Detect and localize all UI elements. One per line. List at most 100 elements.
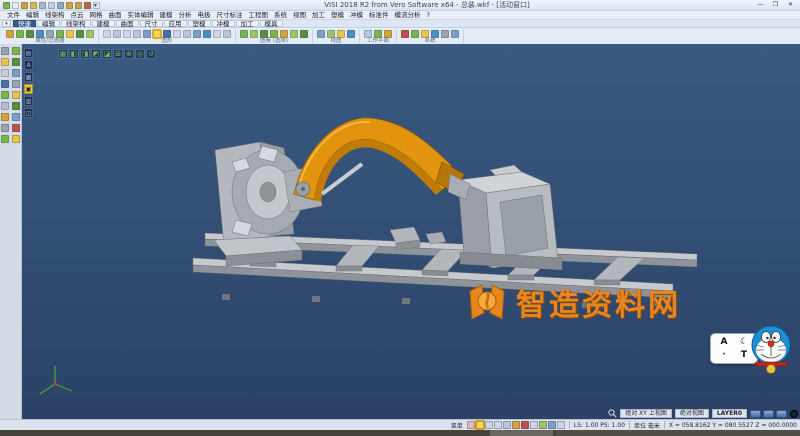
lt-measure-icon[interactable] [1,124,9,132]
filter-surface-icon[interactable] [56,30,64,38]
color-swatch-1[interactable] [750,410,761,418]
view-right-icon[interactable]: ◨ [80,49,90,59]
filter-custom-icon[interactable] [86,30,94,38]
tab-apply[interactable]: 应用 [164,20,187,27]
vp-shade-icon[interactable]: ▣ [24,84,33,94]
attr-linetype-icon[interactable] [16,30,24,38]
redo-icon[interactable] [75,2,82,9]
vp-annotation-icon[interactable]: A [24,60,33,70]
filter-line-icon[interactable] [46,30,54,38]
multi-view-icon[interactable] [213,30,221,38]
ime-tool-button[interactable]: T [741,350,747,360]
toolbar-more-icon[interactable]: ▾ [93,2,100,9]
lt-offset-icon[interactable] [1,91,9,99]
menu-item-塑模[interactable]: 塑模 [328,11,347,20]
pan-icon[interactable] [143,30,151,38]
select-box-icon[interactable] [250,30,258,38]
lt-curve-icon[interactable] [1,69,9,77]
attr-color-icon[interactable] [6,30,14,38]
minimize-button[interactable]: — [754,1,767,9]
toolbar-options-button[interactable]: ▾ [2,20,11,27]
menu-item-建模[interactable]: 建模 [157,11,176,20]
vp-frame-icon[interactable]: ◫ [24,108,33,118]
viewport-3d[interactable]: ▦◧◨◩◪⊞⊕◎↺ ▤A▦▣▥◫ 智造资料网 A ☾ • T [22,44,800,419]
delete-mode-icon[interactable] [467,421,475,429]
view-undo-icon[interactable]: ↺ [146,49,156,59]
tab-wireframe[interactable]: 线架构 [61,20,91,27]
tab-mold[interactable]: 模具 [260,20,283,27]
select-all-icon[interactable] [240,30,248,38]
open-file-icon[interactable] [12,2,19,9]
snap-quadrant-icon[interactable] [521,421,529,429]
vp-section-icon[interactable]: ▥ [24,96,33,106]
ime-language-button[interactable]: A [721,337,728,347]
view-front-icon[interactable] [327,30,335,38]
snap-mid-icon[interactable] [485,421,493,429]
wplane-entity-icon[interactable] [384,30,392,38]
menu-item-?[interactable]: ? [424,11,433,20]
filter-point-icon[interactable] [36,30,44,38]
tab-quick[interactable]: 快速 [13,20,36,27]
tab-dimension[interactable]: 尺寸 [140,20,163,27]
preview-icon[interactable] [48,2,55,9]
view-home-icon[interactable]: ▦ [58,49,68,59]
tab-surface[interactable]: 曲面 [116,20,139,27]
view-custom-icon[interactable] [347,30,355,38]
zoom-out-icon[interactable] [183,30,191,38]
maximize-button[interactable]: ❐ [769,1,782,9]
snap-grid-icon[interactable] [530,421,538,429]
print-icon[interactable] [39,2,46,9]
menu-item-工程图[interactable]: 工程图 [246,11,272,20]
previous-view-icon[interactable] [193,30,201,38]
filter-all-icon[interactable] [76,30,84,38]
view-grid-icon[interactable]: ⊞ [113,49,123,59]
construction-icon[interactable] [548,421,556,429]
menu-item-模流分析[interactable]: 模流分析 [392,11,424,20]
lt-delete-icon[interactable] [12,124,20,132]
menu-item-冲模[interactable]: 冲模 [347,11,366,20]
lt-line-icon[interactable] [12,47,20,55]
magnifier-icon[interactable] [608,409,617,418]
select-color-icon[interactable] [280,30,288,38]
color-swatch-2[interactable] [763,410,774,418]
menu-item-文件[interactable]: 文件 [4,11,23,20]
settings-icon[interactable] [401,30,409,38]
grid-icon[interactable] [431,30,439,38]
menu-item-视图[interactable]: 视图 [290,11,309,20]
view-iso-icon[interactable] [337,30,345,38]
view-top-icon[interactable] [317,30,325,38]
zoom-window-icon[interactable] [163,30,171,38]
lt-mirror-icon[interactable] [1,102,9,110]
view-plane-indicator[interactable]: 绝对 XY 上视图 [620,409,672,418]
view-target-icon[interactable]: ◎ [135,49,145,59]
tab-edit[interactable]: 编辑 [37,20,60,27]
lt-fillet-icon[interactable] [12,91,20,99]
snap-center-icon[interactable] [503,421,511,429]
database-icon[interactable] [411,30,419,38]
view-left-icon[interactable]: ◧ [69,49,79,59]
calculator-icon[interactable] [421,30,429,38]
wireframe-icon[interactable] [103,30,111,38]
lt-move-icon[interactable] [12,102,20,110]
shaded-icon[interactable] [113,30,121,38]
lt-point-icon[interactable] [1,47,9,55]
attr-layer-icon[interactable] [26,30,34,38]
vp-grid-icon[interactable]: ▦ [24,72,33,82]
hidden-line-icon[interactable] [123,30,131,38]
view-mode-indicator[interactable]: 绝对视图 [675,409,709,418]
menu-item-点云[interactable]: 点云 [68,11,87,20]
menu-item-编辑[interactable]: 编辑 [23,11,42,20]
menu-item-分析[interactable]: 分析 [176,11,195,20]
snap-settings-icon[interactable] [441,30,449,38]
stamp-icon[interactable] [84,2,91,9]
menu-item-标准件[interactable]: 标准件 [366,11,392,20]
ortho-icon[interactable] [539,421,547,429]
select-poly-icon[interactable] [260,30,268,38]
vp-layers-icon[interactable]: ▤ [24,48,33,58]
view-top-corner-icon[interactable]: ◩ [91,49,101,59]
filter-solid-icon[interactable] [66,30,74,38]
lt-layer-icon[interactable] [1,135,9,143]
status-menu-label[interactable]: 菜单 [451,421,463,430]
wplane-xy-icon[interactable] [364,30,372,38]
close-button[interactable]: ✕ [784,1,797,9]
